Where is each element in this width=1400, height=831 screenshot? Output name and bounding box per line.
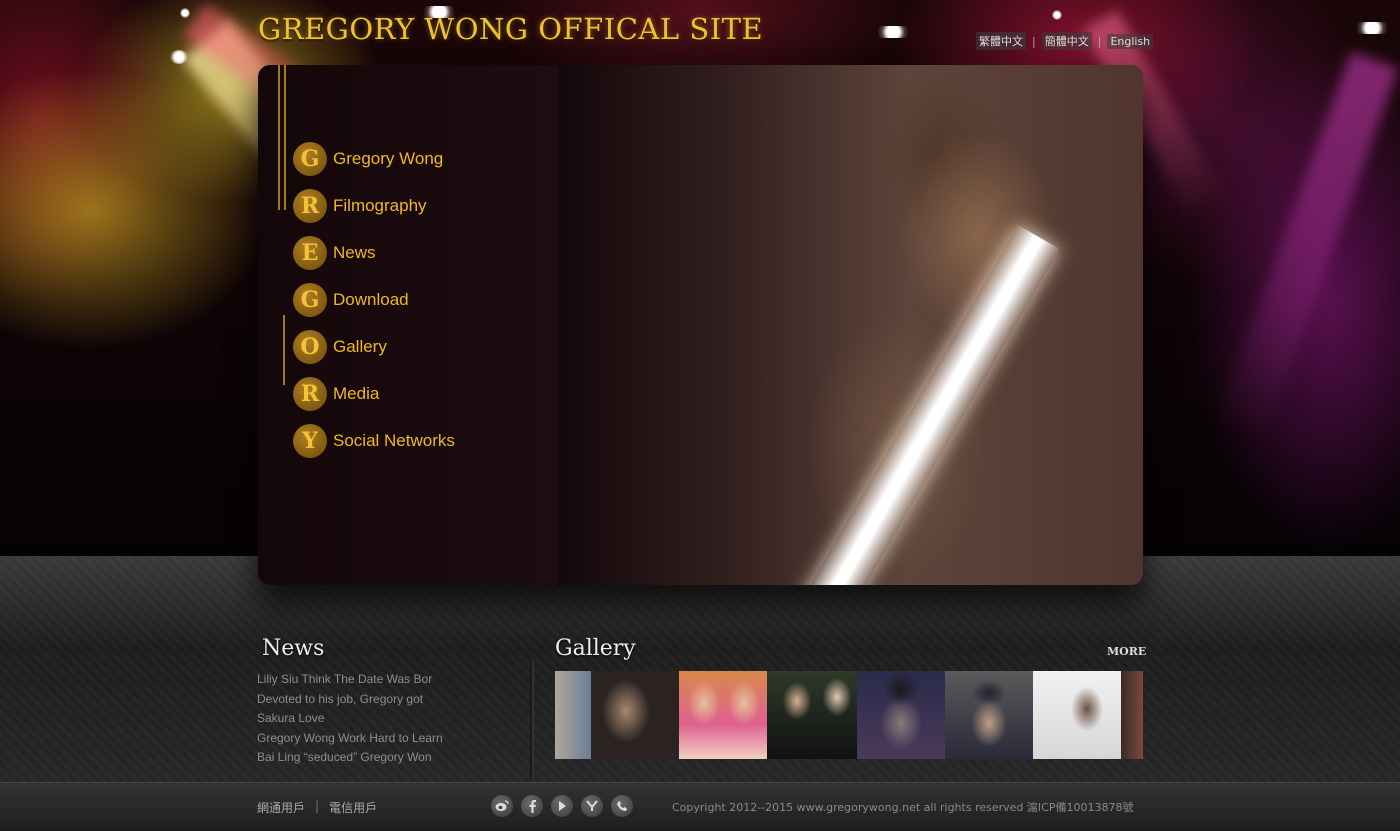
stage-lamp bbox=[878, 26, 908, 38]
weibo-icon[interactable] bbox=[491, 795, 513, 817]
nav-label: Filmography bbox=[333, 195, 427, 215]
gallery-thumbnail[interactable] bbox=[1033, 671, 1121, 759]
separator: | bbox=[1097, 34, 1102, 48]
site-title: GREGORY WONG OFFICAL SITE bbox=[258, 12, 764, 46]
yahoo-icon[interactable] bbox=[581, 795, 603, 817]
separator: | bbox=[1032, 34, 1036, 48]
main-nav: G Gregory Wong R Filmography E News G Do… bbox=[293, 135, 455, 464]
gallery-thumbnail[interactable] bbox=[555, 671, 591, 759]
social-icons bbox=[491, 795, 633, 817]
gallery-thumbnail[interactable] bbox=[767, 671, 857, 759]
gold-line-decoration bbox=[283, 315, 285, 385]
nav-item-media[interactable]: R Media bbox=[293, 370, 455, 417]
news-item[interactable]: Liliy Siu Think The Date Was Bor bbox=[257, 672, 467, 692]
nav-item-download[interactable]: G Download bbox=[293, 276, 455, 323]
nav-label: Gregory Wong bbox=[333, 148, 444, 168]
nav-letter-badge: G bbox=[293, 141, 327, 176]
news-list: Liliy Siu Think The Date Was Bor Devoted… bbox=[257, 672, 467, 770]
gallery-more-link[interactable]: MORE bbox=[1107, 645, 1146, 658]
copyright-text: Copyright 2012--2015 www.gregorywong.net… bbox=[672, 801, 1134, 814]
stage-lamp bbox=[180, 8, 190, 18]
gallery-thumbnail[interactable] bbox=[591, 671, 679, 759]
stage-lamp bbox=[170, 50, 188, 64]
separator: | bbox=[315, 799, 320, 813]
gallery-thumbnail[interactable] bbox=[945, 671, 1033, 759]
footer-links: 網通用戶 | 電信用戶 bbox=[257, 799, 377, 816]
nav-letter-badge: G bbox=[293, 282, 327, 317]
stage-lamp bbox=[1052, 10, 1062, 20]
gallery-thumbnail[interactable] bbox=[857, 671, 945, 759]
gallery-heading: Gallery bbox=[555, 636, 636, 661]
nav-item-news[interactable]: E News bbox=[293, 229, 455, 276]
nav-letter-badge: R bbox=[293, 376, 327, 411]
nav-label: Media bbox=[333, 383, 380, 403]
language-switcher: 繁體中文 | 簡體中文 | English bbox=[976, 32, 1154, 50]
footer-link-netcom-users[interactable]: 網通用戶 bbox=[257, 799, 305, 816]
gallery-thumbnail[interactable] bbox=[679, 671, 767, 759]
nav-label: Gallery bbox=[333, 336, 387, 356]
nav-letter-badge: O bbox=[293, 329, 327, 364]
hero-panel: G Gregory Wong R Filmography E News G Do… bbox=[258, 65, 1143, 585]
section-divider bbox=[530, 660, 534, 780]
news-item[interactable]: Bai Ling “seduced” Gregory Won bbox=[257, 750, 467, 770]
footer-link-telecom-users[interactable]: 電信用戶 bbox=[329, 799, 377, 816]
lang-simplified-chinese[interactable]: 簡體中文 bbox=[1041, 32, 1092, 50]
nav-letter-badge: Y bbox=[293, 423, 327, 458]
facebook-icon[interactable] bbox=[521, 795, 543, 817]
lang-traditional-chinese[interactable]: 繁體中文 bbox=[976, 32, 1026, 50]
nav-label: Download bbox=[333, 289, 409, 309]
nav-item-gregory-wong[interactable]: G Gregory Wong bbox=[293, 135, 455, 182]
news-heading: News bbox=[262, 636, 325, 661]
news-item[interactable]: Sakura Love bbox=[257, 711, 467, 731]
nav-letter-badge: R bbox=[293, 188, 327, 223]
nav-item-filmography[interactable]: R Filmography bbox=[293, 182, 455, 229]
stage-lamp bbox=[1357, 22, 1387, 34]
lang-english[interactable]: English bbox=[1107, 33, 1154, 49]
nav-letter-badge: E bbox=[293, 235, 327, 270]
gallery-thumbnail[interactable] bbox=[1121, 671, 1143, 759]
news-item[interactable]: Devoted to his job, Gregory got bbox=[257, 692, 467, 712]
nav-item-social-networks[interactable]: Y Social Networks bbox=[293, 417, 455, 464]
nav-label: Social Networks bbox=[333, 430, 455, 450]
nav-item-gallery[interactable]: O Gallery bbox=[293, 323, 455, 370]
youtube-icon[interactable] bbox=[551, 795, 573, 817]
gallery-strip bbox=[555, 671, 1143, 759]
news-item[interactable]: Gregory Wong Work Hard to Learn bbox=[257, 731, 467, 751]
phone-icon[interactable] bbox=[611, 795, 633, 817]
gold-line-decoration bbox=[278, 65, 286, 210]
nav-label: News bbox=[333, 242, 376, 262]
hero-photo bbox=[558, 65, 1143, 585]
